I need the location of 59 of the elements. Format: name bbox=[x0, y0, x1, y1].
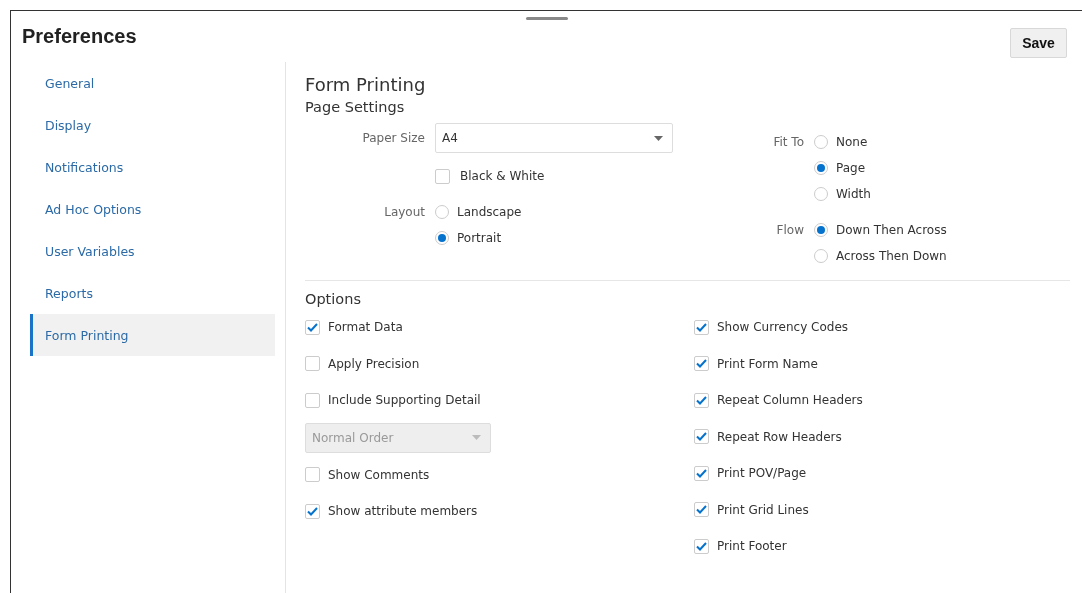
checkbox[interactable] bbox=[305, 503, 320, 519]
option-label: Show Currency Codes bbox=[717, 320, 849, 335]
sidebar-item[interactable]: Notifications bbox=[30, 146, 275, 188]
sidebar-item[interactable]: Reports bbox=[30, 272, 275, 314]
option-label: Landscape bbox=[457, 205, 522, 219]
option-label: Width bbox=[836, 187, 871, 201]
option-label: Show attribute members bbox=[328, 504, 478, 519]
option-label: Portrait bbox=[457, 231, 502, 245]
option-label: Repeat Column Headers bbox=[717, 393, 863, 408]
checkbox[interactable] bbox=[305, 467, 320, 483]
checkbox[interactable] bbox=[305, 392, 320, 408]
checkbox[interactable] bbox=[305, 319, 320, 335]
checkbox[interactable] bbox=[694, 392, 709, 408]
checkbox[interactable] bbox=[694, 429, 709, 445]
section-heading: Page Settings bbox=[305, 99, 406, 115]
field-label: Paper Size bbox=[361, 130, 425, 147]
save-button[interactable]: Save bbox=[1010, 28, 1067, 58]
option-label: Down Then Across bbox=[836, 223, 947, 237]
option-label: Black & White bbox=[460, 169, 545, 183]
option-label: Print Form Name bbox=[717, 356, 818, 371]
checkbox[interactable] bbox=[694, 465, 709, 481]
checkbox[interactable] bbox=[694, 538, 709, 554]
field-label: Fit To bbox=[772, 134, 804, 151]
checkbox[interactable] bbox=[694, 502, 709, 518]
option-label: Include Supporting Detail bbox=[328, 393, 481, 408]
field-label: Flow bbox=[775, 222, 804, 239]
checkbox[interactable] bbox=[694, 356, 709, 372]
option-label: Print Grid Lines bbox=[717, 502, 809, 517]
option-label: Format Data bbox=[328, 320, 403, 335]
checkbox[interactable] bbox=[435, 168, 450, 184]
radio-button[interactable] bbox=[435, 205, 449, 219]
option-label: Print POV/Page bbox=[717, 466, 807, 481]
option-label: None bbox=[836, 135, 868, 149]
option-label: Show Comments bbox=[328, 467, 430, 482]
option-label: Repeat Row Headers bbox=[717, 429, 842, 444]
radio-button[interactable] bbox=[814, 135, 828, 149]
section-heading: Options bbox=[305, 291, 362, 307]
field-label: Layout bbox=[383, 204, 425, 221]
radio-button[interactable] bbox=[814, 187, 828, 201]
option-label: Across Then Down bbox=[836, 249, 947, 263]
sidebar-item[interactable]: General bbox=[30, 62, 275, 104]
radio-button[interactable] bbox=[814, 223, 828, 237]
checkbox[interactable] bbox=[694, 319, 709, 335]
caret-icon bbox=[472, 435, 481, 440]
option-label: Print Footer bbox=[717, 539, 787, 554]
radio-button[interactable] bbox=[814, 161, 828, 175]
option-label: Page bbox=[836, 161, 866, 175]
caret-icon bbox=[654, 135, 663, 141]
section-title: Form Printing bbox=[305, 74, 427, 95]
option-label: Apply Precision bbox=[328, 356, 420, 371]
sidebar-item[interactable]: Form Printing bbox=[30, 314, 275, 356]
sidebar-item[interactable]: Ad Hoc Options bbox=[30, 188, 275, 230]
dialog-title: Preferences bbox=[22, 25, 137, 48]
checkbox[interactable] bbox=[305, 356, 320, 372]
sidebar-item[interactable]: User Variables bbox=[30, 230, 275, 272]
sidebar-item[interactable]: Display bbox=[30, 104, 275, 146]
paper-size-dropdown[interactable]: A4 bbox=[435, 123, 673, 153]
radio-button[interactable] bbox=[814, 249, 828, 263]
radio-button[interactable] bbox=[435, 231, 449, 245]
